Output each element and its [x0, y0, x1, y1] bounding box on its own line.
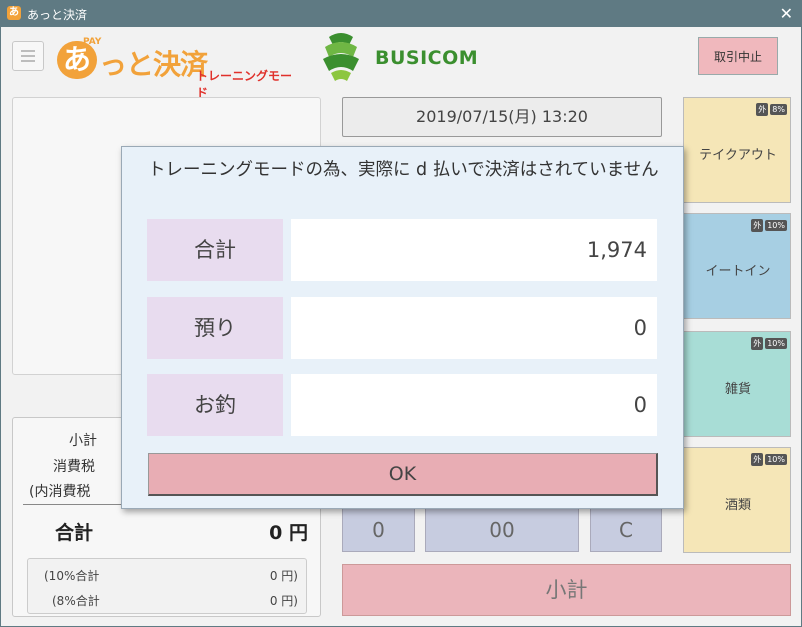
tax-badge: 外 8%	[754, 101, 787, 116]
window-title: あっと決済	[27, 8, 88, 22]
tax-type-badge: 外	[751, 453, 764, 466]
tax-badge: 外 10%	[749, 451, 787, 466]
logo-brand-text: っと決済	[99, 48, 208, 81]
dialog-change-value: 0	[291, 374, 657, 436]
hamburger-menu-button[interactable]	[12, 41, 44, 71]
dialog-received-value: 0	[291, 297, 657, 359]
app-logo: PAY あ っと決済 トレーニングモード	[57, 37, 302, 100]
inner-tax-label: (内消費税	[29, 484, 91, 500]
training-payment-dialog: トレーニングモードの為、実際に d 払いで決済はされていません 合計 1,974…	[121, 146, 684, 509]
app-icon: あ	[7, 6, 21, 20]
tax-rate-badge: 10%	[765, 454, 787, 465]
tax8-label: (8%合計	[52, 594, 100, 608]
menu-icon-line	[21, 60, 35, 62]
tax-label: 消費税	[53, 459, 95, 475]
tax-badge: 外 10%	[749, 335, 787, 350]
logo-a-circle: あ	[57, 41, 97, 79]
busicom-mark-icon	[323, 33, 359, 81]
menu-icon-line	[21, 55, 35, 57]
category-label: 雑貨	[724, 382, 751, 397]
tax-type-badge: 外	[751, 219, 764, 232]
cancel-transaction-button[interactable]: 取引中止	[698, 37, 778, 75]
tax-type-badge: 外	[756, 103, 769, 116]
category-label: 酒類	[724, 498, 751, 513]
tax-rate-badge: 10%	[765, 338, 787, 349]
dialog-change-label: お釣	[147, 374, 283, 436]
tax-rate-badge: 8%	[770, 104, 787, 115]
title-bar: あ あっと決済 ✕	[1, 1, 802, 27]
dialog-total-label: 合計	[147, 219, 283, 281]
category-liquor-button[interactable]: 外 10% 酒類	[683, 447, 791, 553]
key-clear-button[interactable]: C	[590, 508, 662, 552]
category-label: イートイン	[705, 264, 771, 279]
app-window: あ あっと決済 ✕ PAY あ っと決済 トレーニングモード BUSICOM 取…	[0, 0, 802, 627]
dialog-received-label: 預り	[147, 297, 283, 359]
tax-badge: 外 10%	[749, 217, 787, 232]
ok-button[interactable]: OK	[148, 453, 658, 496]
category-eatin-button[interactable]: 外 10% イートイン	[683, 213, 791, 319]
category-label: テイクアウト	[699, 148, 777, 163]
total-label: 合計	[55, 522, 94, 544]
training-mode-label: トレーニングモード	[196, 69, 293, 100]
subtotal-button[interactable]: 小計	[342, 564, 791, 616]
dialog-message: トレーニングモードの為、実際に d 払いで決済はされていません	[148, 160, 659, 180]
total-value: 0 円	[269, 522, 308, 544]
datetime-display: 2019/07/15(月) 13:20	[342, 97, 662, 137]
category-goods-button[interactable]: 外 10% 雑貨	[683, 331, 791, 437]
tax10-label: (10%合計	[44, 569, 100, 583]
subtotal-label: 小計	[69, 433, 97, 449]
close-icon[interactable]: ✕	[780, 4, 793, 23]
busicom-logo: BUSICOM	[319, 31, 489, 86]
key-00-button[interactable]: 00	[425, 508, 579, 552]
busicom-text: BUSICOM	[375, 47, 479, 69]
dialog-total-value: 1,974	[291, 219, 657, 281]
category-takeout-button[interactable]: 外 8% テイクアウト	[683, 97, 791, 203]
tax-rate-badge: 10%	[765, 220, 787, 231]
key-0-button[interactable]: 0	[342, 508, 415, 552]
tax8-value: 0 円)	[269, 594, 298, 608]
menu-icon-line	[21, 50, 35, 52]
tax-type-badge: 外	[751, 337, 764, 350]
tax10-value: 0 円)	[269, 569, 298, 583]
tax-breakdown-box: (10%合計 0 円) (8%合計 0 円)	[27, 558, 307, 614]
